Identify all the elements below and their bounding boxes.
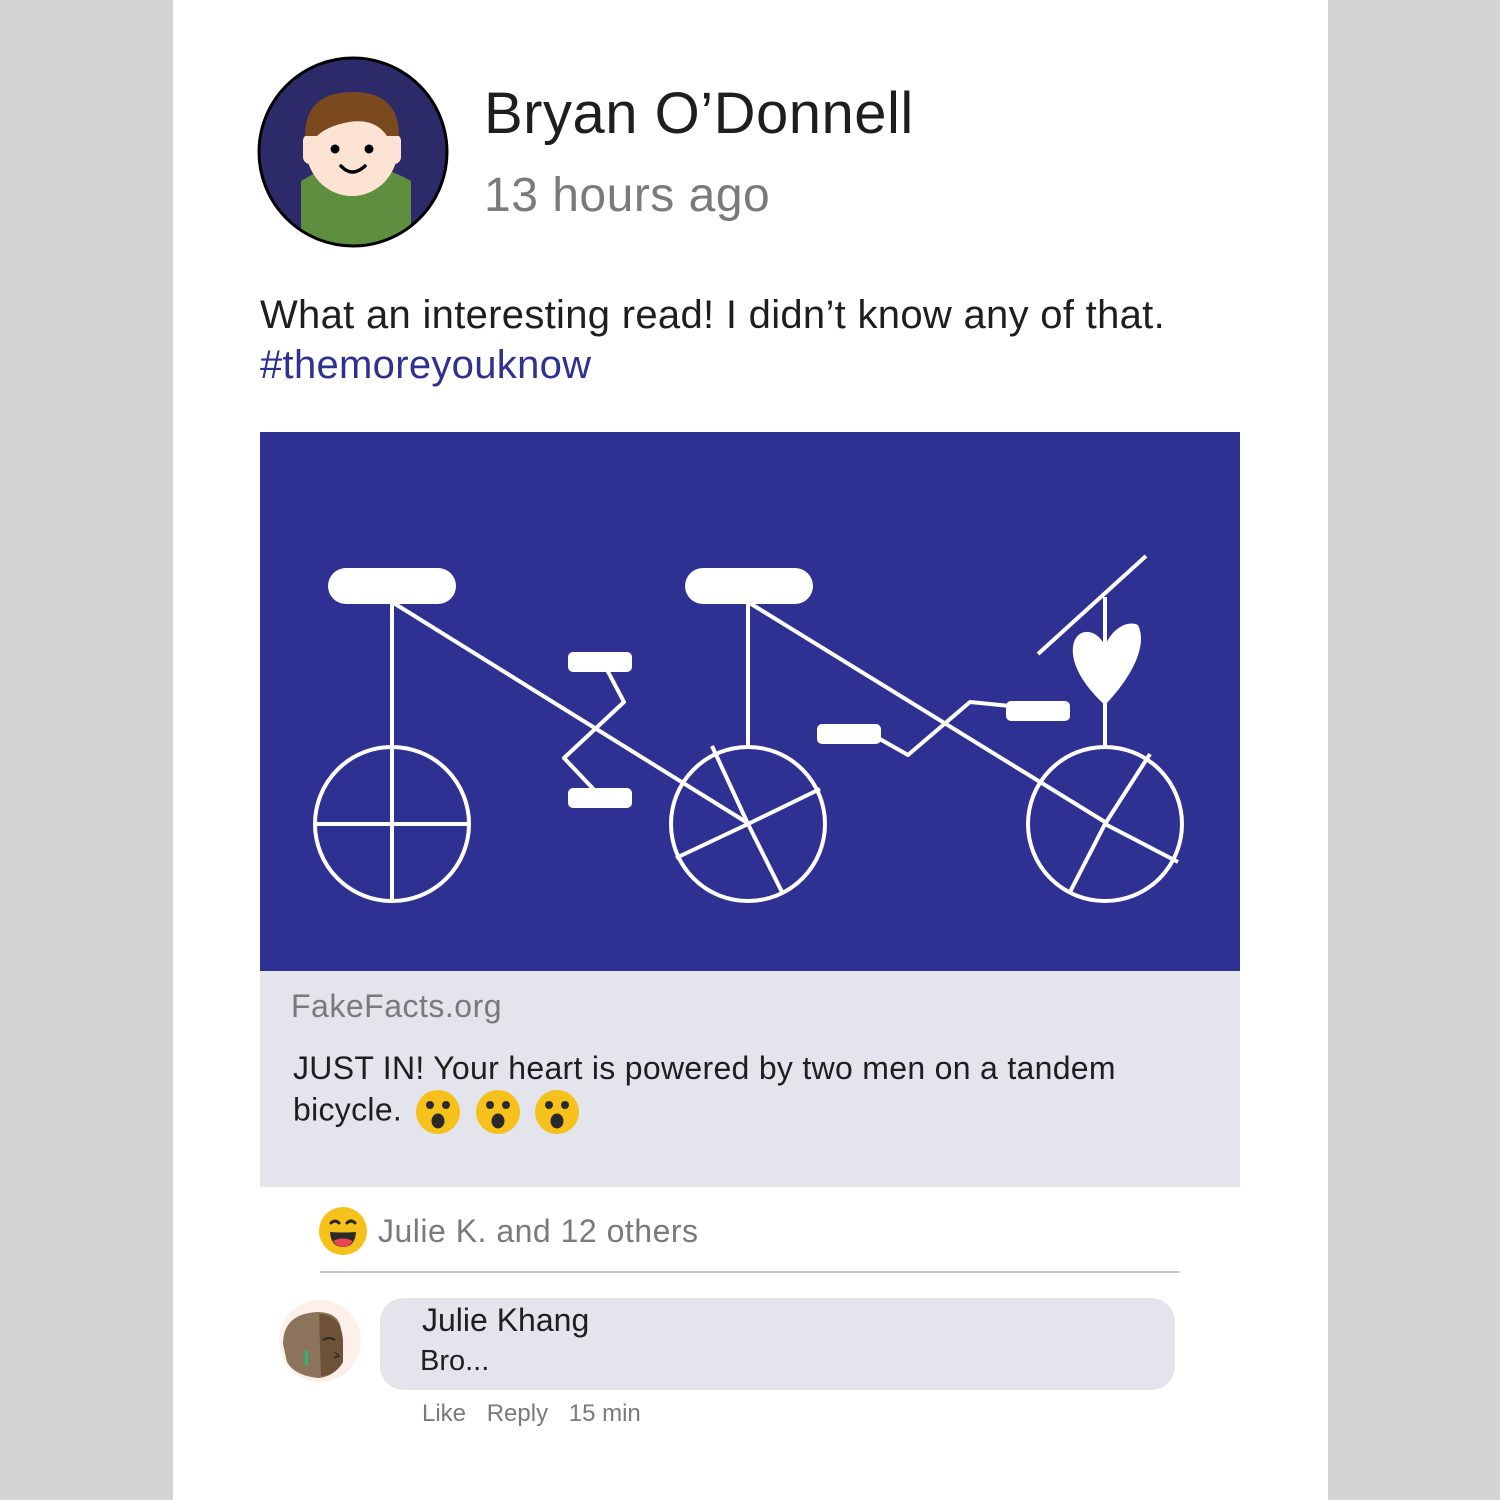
comment-text: Bro... [420, 1345, 490, 1377]
comment-like-link[interactable]: Like [422, 1400, 466, 1427]
author-avatar[interactable] [257, 56, 449, 248]
comment-time: 15 min [568, 1400, 641, 1427]
link-source-site: FakeFacts.org [291, 988, 503, 1024]
astonished-face-icon [534, 1090, 579, 1134]
divider [320, 1271, 1180, 1273]
post-timestamp: 13 hours ago [484, 169, 771, 222]
post-body: What an interesting read! I didn’t know … [260, 293, 1165, 337]
post-text: What an interesting read! I didn’t know … [260, 290, 1165, 390]
author-name[interactable]: Bryan O’Donnell [484, 80, 914, 147]
astonished-face-icon [416, 1090, 461, 1134]
hashtag-link[interactable]: #themoreyouknow [260, 340, 1165, 390]
link-headline[interactable]: JUST IN! Your heart is powered by two me… [293, 1048, 1213, 1135]
tandem-bicycle-heart-illustration [313, 554, 1184, 903]
reactions-text: Julie K. and 12 others [378, 1212, 699, 1249]
comment-reply-link[interactable]: Reply [487, 1400, 548, 1427]
comment-actions: Like Reply 15 min [422, 1400, 655, 1428]
link-preview-image[interactable] [260, 432, 1240, 971]
commenter-avatar[interactable] [279, 1300, 361, 1382]
commenter-name[interactable]: Julie Khang [422, 1302, 589, 1339]
grinning-face-icon [319, 1207, 367, 1255]
astonished-face-icon [475, 1090, 520, 1134]
reactions-summary[interactable]: Julie K. and 12 others [318, 1205, 699, 1257]
